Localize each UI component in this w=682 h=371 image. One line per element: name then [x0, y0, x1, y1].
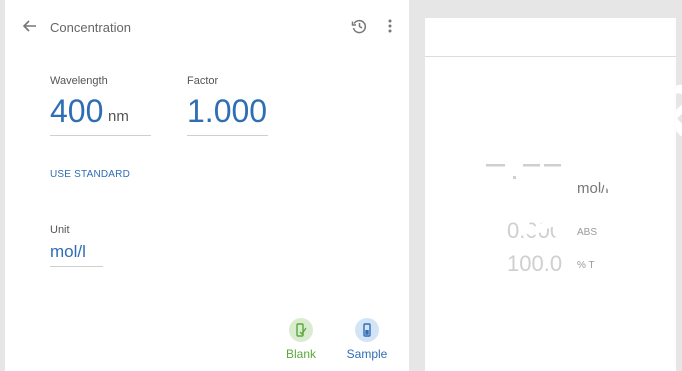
transmittance-value: 100.0	[507, 251, 563, 276]
back-button[interactable]	[21, 17, 39, 35]
history-icon	[351, 19, 367, 34]
blank-icon-circle	[289, 318, 313, 342]
transmittance-unit: % T	[577, 260, 595, 271]
unit-label: Unit	[50, 224, 70, 236]
sample-cuvette-icon	[363, 323, 371, 337]
result-panel: mol/l 0.000 ABS 100.0 % T	[425, 18, 676, 371]
wavelength-underline	[50, 135, 151, 136]
more-vert-icon	[388, 19, 392, 33]
history-button[interactable]	[350, 17, 368, 35]
blank-label: Blank	[285, 347, 317, 361]
wavelength-value: 400	[50, 93, 104, 129]
result-header-divider	[425, 56, 676, 57]
wavelength-label: Wavelength	[50, 75, 108, 87]
result-placeholder-value	[486, 164, 561, 179]
blank-cuvette-icon	[296, 323, 307, 337]
page-title: Concentration	[50, 20, 131, 35]
abs-value: 0.000	[507, 218, 563, 243]
blank-button[interactable]: Blank	[285, 318, 317, 361]
factor-underline	[187, 135, 268, 136]
result-unit: mol/l	[577, 180, 609, 197]
more-options-button[interactable]	[383, 17, 397, 35]
sample-icon-circle	[355, 318, 379, 342]
factor-value: 1.000	[187, 93, 268, 129]
wavelength-unit: nm	[108, 108, 129, 125]
abs-unit: ABS	[577, 227, 598, 238]
unit-select[interactable]: mol/l	[50, 242, 86, 262]
factor-label: Factor	[187, 75, 219, 87]
unit-underline	[50, 266, 103, 267]
use-standard-button[interactable]: USE STANDARD	[50, 169, 130, 180]
settings-panel: Concentration Wavelength 400 nm Factor 1…	[5, 0, 409, 371]
sample-label: Sample	[346, 347, 388, 361]
sample-button[interactable]: Sample	[343, 318, 391, 361]
arrow-left-icon	[22, 20, 36, 32]
